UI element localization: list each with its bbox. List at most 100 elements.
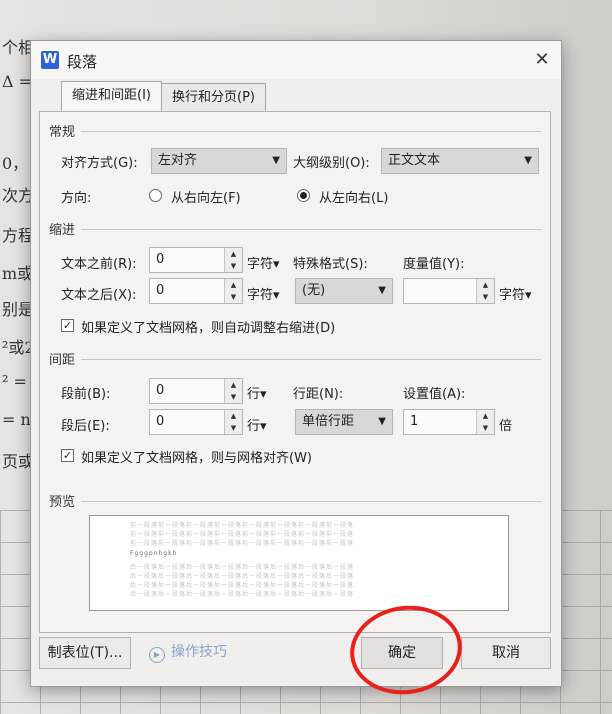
direction-label: 方向: [61, 191, 92, 206]
spinner-arrows[interactable]: ▲ ▼ [224, 379, 242, 403]
line-spacing-select[interactable]: 单倍行距 ▼ [295, 409, 393, 435]
section-preview-heading: 预览 [49, 495, 76, 510]
measure-spinner[interactable]: ▲ ▼ [403, 278, 495, 304]
arrow-down-icon[interactable]: ▼ [225, 422, 242, 434]
arrow-up-icon[interactable]: ▲ [225, 279, 242, 291]
spacing-before-value: 0 [156, 383, 165, 398]
indent-before-value: 0 [156, 252, 165, 267]
special-format-label: 特殊格式(S): [293, 257, 368, 272]
preview-sample-text: Fgggpnhgkh [130, 550, 178, 557]
indent-after-unit[interactable]: 字符▾ [247, 284, 280, 303]
arrow-up-icon[interactable]: ▲ [225, 248, 242, 260]
setting-value-spinner[interactable]: 1 ▲ ▼ [403, 409, 495, 435]
grid-align-checkbox[interactable]: ✓ [61, 449, 74, 462]
setting-value-label: 设置值(A): [403, 387, 466, 402]
ok-button[interactable]: 确定 [361, 637, 443, 669]
preview-prev-line: 前一段落前一段落前一段落前一段落前一段落前一段落前一段落前一段落 [130, 531, 355, 538]
preview-box: 前一段落前一段落前一段落前一段落前一段落前一段落前一段落前一段落 前一段落前一段… [89, 515, 509, 611]
arrow-down-icon[interactable]: ▼ [477, 291, 494, 303]
chevron-down-icon: ▼ [378, 416, 386, 427]
spacing-after-label: 段后(E): [61, 419, 110, 434]
direction-ltr-label[interactable]: 从左向右(L) [319, 187, 388, 206]
dialog-titlebar[interactable]: W 段落 ✕ [31, 41, 561, 79]
tips-link[interactable]: ▶ 操作技巧 [149, 641, 227, 663]
section-indent-heading: 缩进 [49, 223, 76, 238]
chevron-down-icon: ▼ [378, 285, 386, 296]
divider [81, 131, 541, 132]
direction-rtl-radio[interactable] [149, 189, 162, 202]
preview-prev-line: 前一段落前一段落前一段落前一段落前一段落前一段落前一段落前一段落 [130, 522, 355, 529]
paragraph-dialog: W 段落 ✕ 缩进和间距(I) 换行和分页(P) 常规 对齐方式(G): 左对齐… [30, 40, 562, 687]
spacing-before-spinner[interactable]: 0 ▲ ▼ [149, 378, 243, 404]
preview-prev-line: 前一段落前一段落前一段落前一段落前一段落前一段落前一段落前一段落 [130, 540, 355, 547]
preview-next-line: 后一段落后一段落后一段落后一段落后一段落后一段落后一段落后一段落 [130, 591, 355, 598]
measure-label: 度量值(Y): [403, 257, 465, 272]
doc-fragment: m或 [2, 264, 34, 283]
dialog-title: 段落 [67, 53, 98, 71]
outline-level-label: 大纲级别(O): [293, 156, 370, 171]
indent-after-label: 文本之后(X): [61, 288, 137, 303]
arrow-down-icon[interactable]: ▼ [225, 260, 242, 272]
indent-after-spinner[interactable]: 0 ▲ ▼ [149, 278, 243, 304]
spacing-after-unit[interactable]: 行▾ [247, 415, 267, 434]
spacing-before-label: 段前(B): [61, 387, 111, 402]
special-format-value: (无) [302, 283, 326, 298]
arrow-down-icon[interactable]: ▼ [225, 391, 242, 403]
preview-next-line: 后一段落后一段落后一段落后一段落后一段落后一段落后一段落后一段落 [130, 582, 355, 589]
arrow-up-icon[interactable]: ▲ [225, 379, 242, 391]
alignment-label: 对齐方式(G): [61, 156, 138, 171]
preview-next-line: 后一段落后一段落后一段落后一段落后一段落后一段落后一段落后一段落 [130, 573, 355, 580]
spinner-arrows[interactable]: ▲ ▼ [476, 279, 494, 303]
spacing-after-value: 0 [156, 414, 165, 429]
indent-before-spinner[interactable]: 0 ▲ ▼ [149, 247, 243, 273]
doc-fragment: = n [2, 410, 31, 429]
chevron-down-icon: ▼ [524, 155, 532, 166]
doc-fragment: Δ = [2, 72, 33, 91]
tips-link-label: 操作技巧 [171, 644, 227, 660]
close-icon[interactable]: ✕ [531, 49, 553, 71]
wps-writer-icon: W [41, 51, 59, 69]
alignment-value: 左对齐 [158, 153, 198, 168]
direction-rtl-label[interactable]: 从右向左(F) [171, 187, 241, 206]
indent-after-value: 0 [156, 283, 165, 298]
tab-stops-button[interactable]: 制表位(T)... [39, 637, 131, 669]
special-format-select[interactable]: (无) ▼ [295, 278, 393, 304]
outline-level-value: 正文文本 [388, 153, 441, 168]
auto-adjust-label[interactable]: 如果定义了文档网格，则自动调整右缩进(D) [81, 317, 335, 336]
indent-before-unit[interactable]: 字符▾ [247, 253, 280, 272]
section-general-heading: 常规 [49, 125, 76, 140]
spinner-arrows[interactable]: ▲ ▼ [476, 410, 494, 434]
arrow-up-icon[interactable]: ▲ [477, 410, 494, 422]
play-icon: ▶ [149, 647, 165, 663]
spacing-after-spinner[interactable]: 0 ▲ ▼ [149, 409, 243, 435]
tab-indent-spacing[interactable]: 缩进和间距(I) [61, 81, 162, 113]
arrow-down-icon[interactable]: ▼ [225, 291, 242, 303]
auto-adjust-checkbox[interactable]: ✓ [61, 319, 74, 332]
arrow-down-icon[interactable]: ▼ [477, 422, 494, 434]
grid-align-label[interactable]: 如果定义了文档网格，则与网格对齐(W) [81, 447, 312, 466]
spacing-before-unit[interactable]: 行▾ [247, 383, 267, 402]
doc-fragment: 0， [2, 154, 29, 173]
line-spacing-value: 单倍行距 [302, 414, 355, 429]
outline-level-select[interactable]: 正文文本 ▼ [381, 148, 539, 174]
arrow-up-icon[interactable]: ▲ [477, 279, 494, 291]
spinner-arrows[interactable]: ▲ ▼ [224, 279, 242, 303]
section-spacing-heading: 间距 [49, 353, 76, 368]
preview-next-line: 后一段落后一段落后一段落后一段落后一段落后一段落后一段落后一段落 [130, 564, 355, 571]
arrow-up-icon[interactable]: ▲ [225, 410, 242, 422]
measure-unit[interactable]: 字符▾ [499, 284, 532, 303]
tab-line-page-breaks[interactable]: 换行和分页(P) [161, 83, 266, 112]
alignment-select[interactable]: 左对齐 ▼ [151, 148, 287, 174]
divider [81, 229, 541, 230]
setting-value: 1 [410, 414, 419, 429]
spinner-arrows[interactable]: ▲ ▼ [224, 410, 242, 434]
line-spacing-label: 行距(N): [293, 387, 344, 402]
direction-ltr-radio[interactable] [297, 189, 310, 202]
spinner-arrows[interactable]: ▲ ▼ [224, 248, 242, 272]
indent-before-label: 文本之前(R): [61, 257, 137, 272]
divider [81, 359, 541, 360]
chevron-down-icon: ▼ [272, 155, 280, 166]
setting-value-unit: 倍 [499, 419, 513, 434]
divider [81, 501, 541, 502]
cancel-button[interactable]: 取消 [461, 637, 551, 669]
